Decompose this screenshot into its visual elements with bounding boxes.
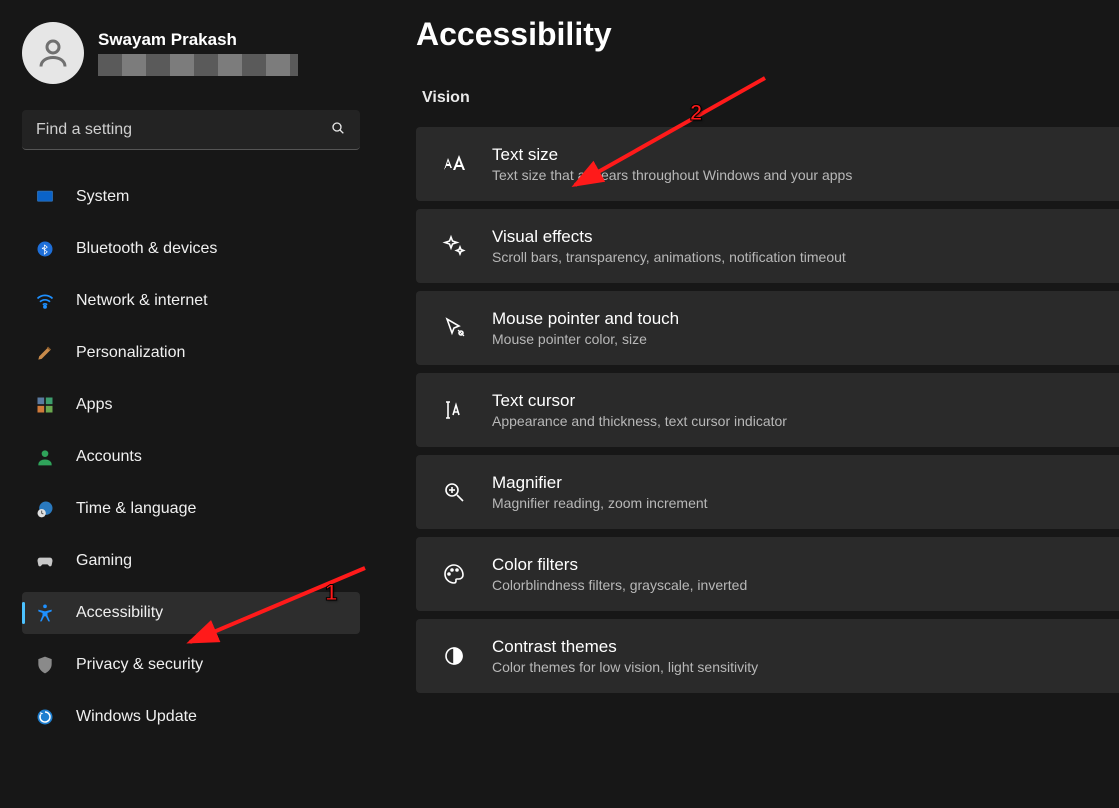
nav-item-apps[interactable]: Apps bbox=[22, 384, 360, 426]
card-title: Color filters bbox=[492, 555, 747, 575]
card-title: Text size bbox=[492, 145, 852, 165]
settings-app: Swayam Prakash System Bluetooth & device… bbox=[0, 0, 1119, 808]
cursor-icon bbox=[440, 314, 468, 342]
bluetooth-icon bbox=[34, 238, 56, 260]
contrast-icon bbox=[440, 642, 468, 670]
apps-icon bbox=[34, 394, 56, 416]
search-icon bbox=[330, 120, 346, 140]
sparkle-icon bbox=[440, 232, 468, 260]
accessibility-icon bbox=[34, 602, 56, 624]
card-visual-effects[interactable]: Visual effects Scroll bars, transparency… bbox=[416, 209, 1119, 283]
sidebar: Swayam Prakash System Bluetooth & device… bbox=[0, 0, 380, 808]
nav-label: System bbox=[76, 188, 129, 206]
card-desc: Mouse pointer color, size bbox=[492, 331, 679, 347]
card-text: Visual effects Scroll bars, transparency… bbox=[492, 227, 846, 265]
palette-icon bbox=[440, 560, 468, 588]
text-cursor-icon bbox=[440, 396, 468, 424]
nav-label: Bluetooth & devices bbox=[76, 240, 217, 258]
nav-label: Accounts bbox=[76, 448, 142, 466]
card-text: Text cursor Appearance and thickness, te… bbox=[492, 391, 787, 429]
profile-email bbox=[98, 54, 298, 76]
nav-item-update[interactable]: Windows Update bbox=[22, 696, 360, 738]
shield-icon bbox=[34, 654, 56, 676]
card-mouse-pointer[interactable]: Mouse pointer and touch Mouse pointer co… bbox=[416, 291, 1119, 365]
nav-item-gaming[interactable]: Gaming bbox=[22, 540, 360, 582]
nav-list: System Bluetooth & devices Network & int… bbox=[22, 176, 360, 746]
nav-label: Windows Update bbox=[76, 708, 197, 726]
avatar bbox=[22, 22, 84, 84]
section-title: Vision bbox=[422, 89, 1119, 107]
card-title: Visual effects bbox=[492, 227, 846, 247]
nav-item-accounts[interactable]: Accounts bbox=[22, 436, 360, 478]
nav-item-network[interactable]: Network & internet bbox=[22, 280, 360, 322]
card-desc: Appearance and thickness, text cursor in… bbox=[492, 413, 787, 429]
card-title: Magnifier bbox=[492, 473, 708, 493]
card-contrast-themes[interactable]: Contrast themes Color themes for low vis… bbox=[416, 619, 1119, 693]
text-size-icon bbox=[440, 150, 468, 178]
card-title: Contrast themes bbox=[492, 637, 758, 657]
nav-item-time[interactable]: Time & language bbox=[22, 488, 360, 530]
nav-item-personalization[interactable]: Personalization bbox=[22, 332, 360, 374]
nav-label: Personalization bbox=[76, 344, 185, 362]
card-desc: Text size that appears throughout Window… bbox=[492, 167, 852, 183]
nav-item-privacy[interactable]: Privacy & security bbox=[22, 644, 360, 686]
card-desc: Color themes for low vision, light sensi… bbox=[492, 659, 758, 675]
clock-globe-icon bbox=[34, 498, 56, 520]
card-text: Mouse pointer and touch Mouse pointer co… bbox=[492, 309, 679, 347]
card-text-size[interactable]: Text size Text size that appears through… bbox=[416, 127, 1119, 201]
account-icon bbox=[34, 446, 56, 468]
nav-label: Network & internet bbox=[76, 292, 208, 310]
card-color-filters[interactable]: Color filters Colorblindness filters, gr… bbox=[416, 537, 1119, 611]
page-title: Accessibility bbox=[416, 16, 1119, 53]
nav-item-accessibility[interactable]: Accessibility bbox=[22, 592, 360, 634]
card-desc: Magnifier reading, zoom increment bbox=[492, 495, 708, 511]
card-desc: Scroll bars, transparency, animations, n… bbox=[492, 249, 846, 265]
nav-label: Gaming bbox=[76, 552, 132, 570]
nav-label: Privacy & security bbox=[76, 656, 203, 674]
card-text-cursor[interactable]: Text cursor Appearance and thickness, te… bbox=[416, 373, 1119, 447]
search-box[interactable] bbox=[22, 110, 360, 150]
card-text: Magnifier Magnifier reading, zoom increm… bbox=[492, 473, 708, 511]
nav-item-bluetooth[interactable]: Bluetooth & devices bbox=[22, 228, 360, 270]
nav-label: Apps bbox=[76, 396, 112, 414]
card-title: Text cursor bbox=[492, 391, 787, 411]
card-title: Mouse pointer and touch bbox=[492, 309, 679, 329]
profile-text: Swayam Prakash bbox=[98, 30, 298, 76]
card-text: Color filters Colorblindness filters, gr… bbox=[492, 555, 747, 593]
magnifier-icon bbox=[440, 478, 468, 506]
search-input[interactable] bbox=[36, 121, 330, 139]
profile-name: Swayam Prakash bbox=[98, 30, 298, 50]
display-icon bbox=[34, 186, 56, 208]
update-icon bbox=[34, 706, 56, 728]
card-text: Contrast themes Color themes for low vis… bbox=[492, 637, 758, 675]
nav-label: Time & language bbox=[76, 500, 196, 518]
card-list: Text size Text size that appears through… bbox=[416, 127, 1119, 697]
gamepad-icon bbox=[34, 550, 56, 572]
person-icon bbox=[35, 35, 71, 71]
card-magnifier[interactable]: Magnifier Magnifier reading, zoom increm… bbox=[416, 455, 1119, 529]
nav-item-system[interactable]: System bbox=[22, 176, 360, 218]
main-pane: Accessibility Vision Text size Text size… bbox=[380, 0, 1119, 808]
card-text: Text size Text size that appears through… bbox=[492, 145, 852, 183]
card-desc: Colorblindness filters, grayscale, inver… bbox=[492, 577, 747, 593]
wifi-icon bbox=[34, 290, 56, 312]
nav-label: Accessibility bbox=[76, 604, 163, 622]
profile-block[interactable]: Swayam Prakash bbox=[22, 22, 360, 84]
paintbrush-icon bbox=[34, 342, 56, 364]
